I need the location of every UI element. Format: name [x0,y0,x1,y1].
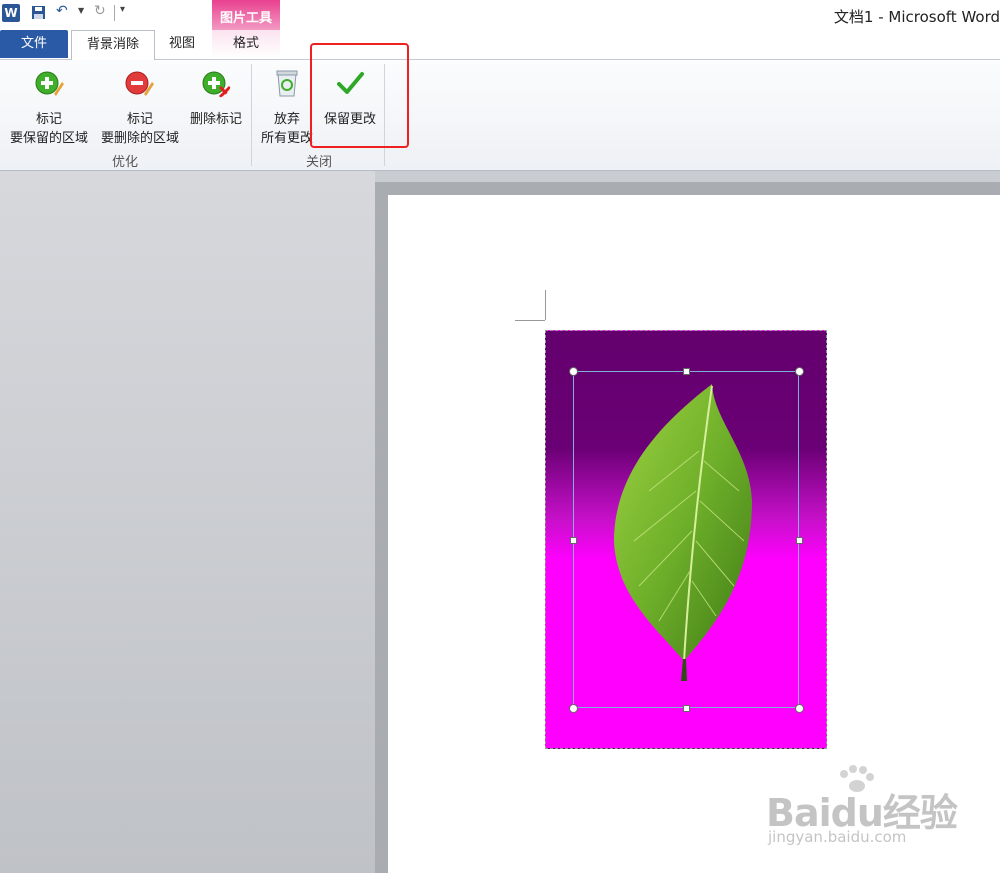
word-app-icon[interactable]: W [2,4,20,22]
picture-tools-label: 图片工具 [219,11,272,26]
document-background-left [0,171,375,873]
resize-handle[interactable] [795,704,804,713]
baidu-watermark: Baidu经验 jingyan.baidu.com [766,765,986,855]
window-title: 文档1 - Microsoft Word [833,8,1000,26]
resize-handle[interactable] [569,367,578,376]
title-bar: W ↶ ▼ ↻ ▾ 文档1 - Microsoft Word [0,0,1000,30]
mark-remove-label-1: 标记 [126,112,153,127]
delete-mark-label: 删除标记 [189,112,242,127]
recycle-bin-icon [276,70,298,97]
discard-changes-button[interactable]: 放弃 所有更改 [256,64,318,146]
delete-mark-icon [202,71,231,98]
discard-label-1: 放弃 [273,112,300,127]
undo-icon[interactable]: ↶ [56,3,68,19]
keep-region-box[interactable] [569,367,804,713]
tab-file[interactable]: 文件 [0,30,68,58]
ribbon-tab-row: 文件 背景消除 视图 格式 [0,30,1000,60]
resize-handle[interactable] [683,705,690,712]
group-label-close: 关闭 [305,155,332,170]
picture-tools-header: 图片工具 [212,0,280,30]
tab-format[interactable]: 格式 [212,30,280,58]
undo-dropdown-icon[interactable]: ▼ [78,6,84,15]
save-icon[interactable] [31,5,46,20]
group-label-refine: 优化 [111,155,138,170]
delete-mark-button[interactable]: 删除标记 [186,64,246,146]
qat-separator [114,5,115,21]
resize-handle[interactable] [683,368,690,375]
tab-view[interactable]: 视图 [154,30,210,58]
mark-keep-label-1: 标记 [35,112,62,127]
ribbon: 标记 要保留的区域 标记 要删除的区域 删除标记 优化 放弃 所有更改 保留更改… [0,60,1000,171]
margin-corner-mark [545,290,546,320]
resize-handle[interactable] [796,537,803,544]
mark-remove-label-2: 要删除的区域 [100,131,179,146]
group-separator [251,64,252,166]
mark-keep-button[interactable]: 标记 要保留的区域 [4,64,94,146]
mark-remove-icon [125,71,154,96]
mark-keep-label-2: 要保留的区域 [9,131,88,146]
customize-qat-icon[interactable]: ▾ [120,4,125,15]
margin-corner-mark [515,320,545,321]
discard-label-2: 所有更改 [260,131,313,146]
resize-handle[interactable] [795,367,804,376]
redo-icon[interactable]: ↻ [94,3,106,19]
highlight-annotation [310,43,409,148]
tab-background-removal[interactable]: 背景消除 [71,30,155,60]
mark-remove-button[interactable]: 标记 要删除的区域 [96,64,184,146]
resize-handle[interactable] [570,537,577,544]
mark-keep-icon [35,71,64,96]
watermark-url: jingyan.baidu.com [768,828,907,846]
resize-handle[interactable] [569,704,578,713]
